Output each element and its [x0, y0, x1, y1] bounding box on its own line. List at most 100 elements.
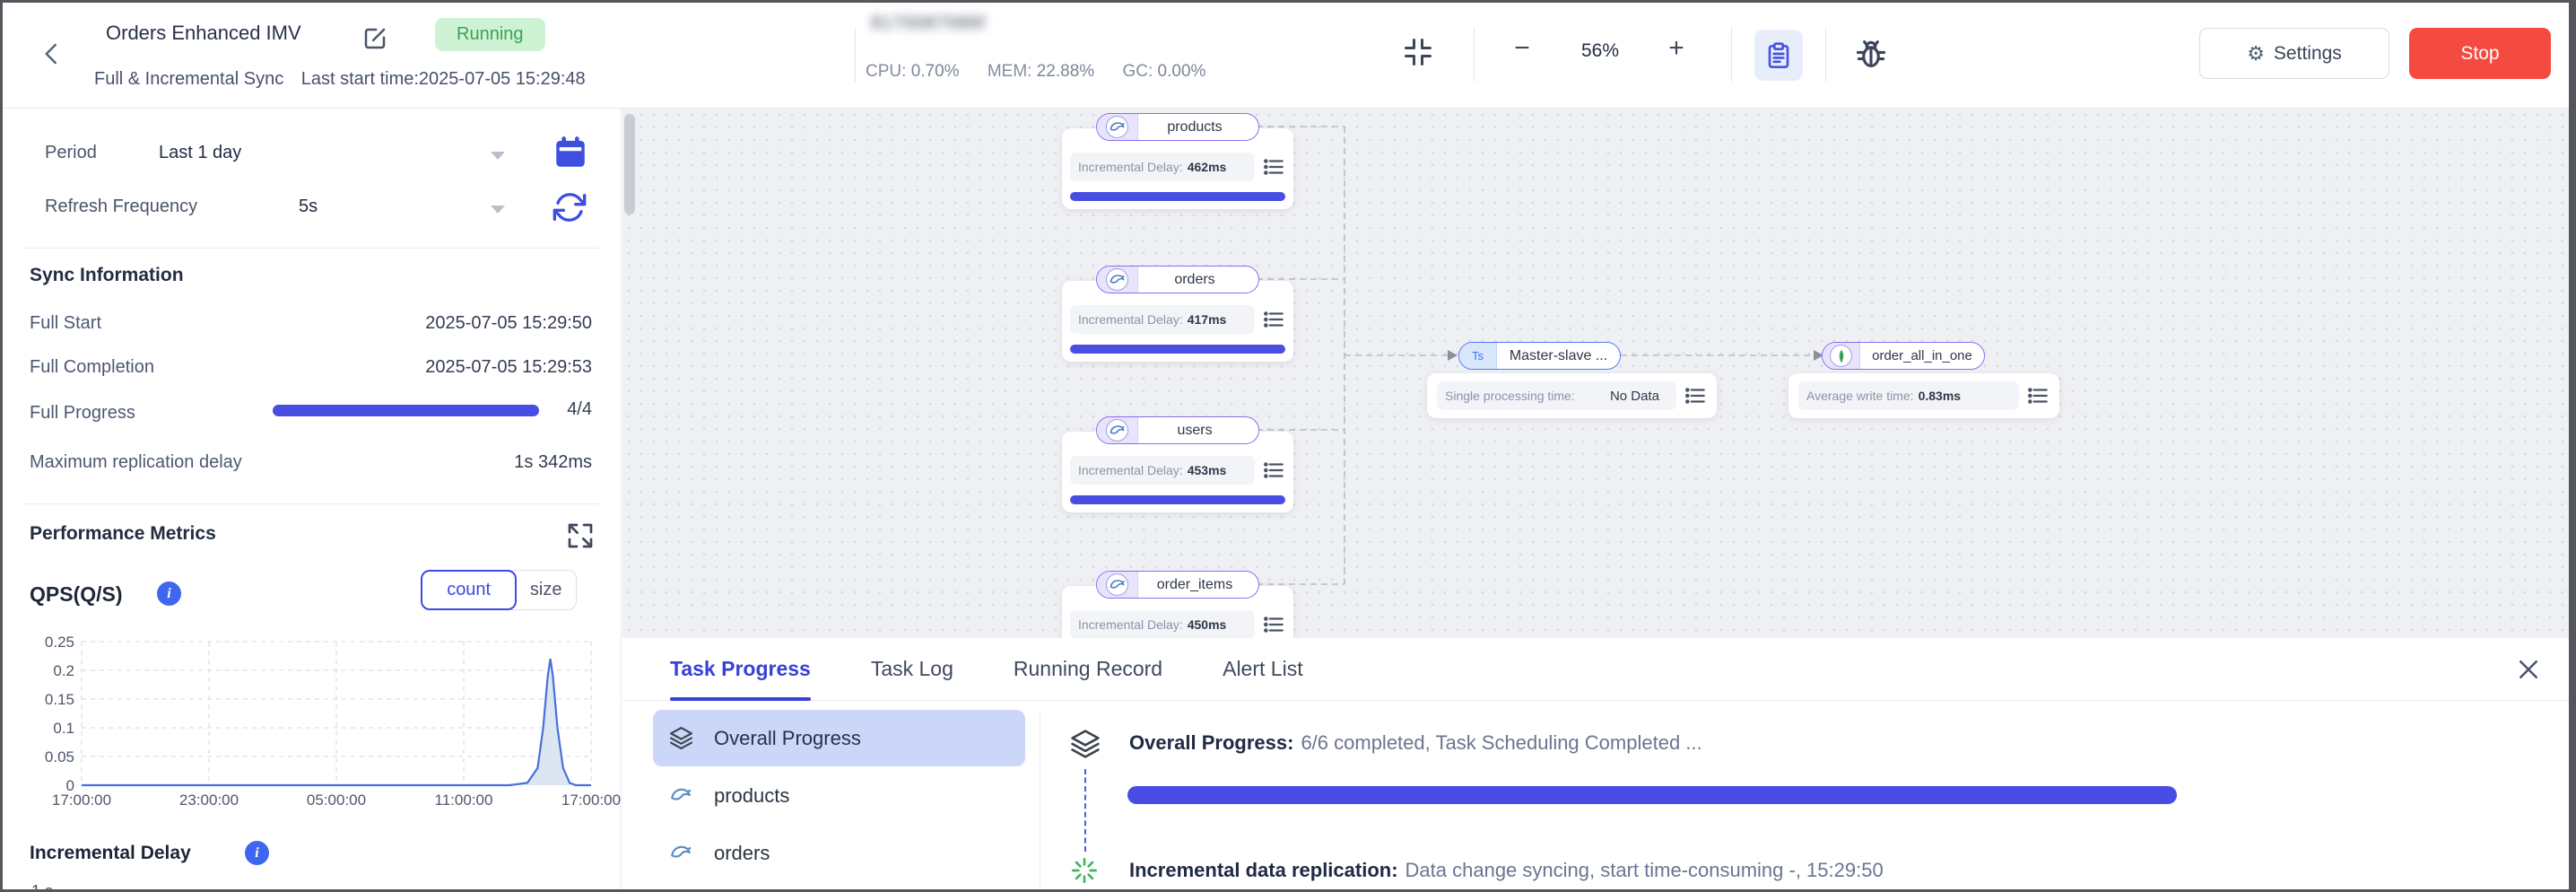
full-start-label: Full Start [30, 313, 101, 334]
tab-task-log[interactable]: Task Log [871, 638, 953, 701]
node-menu-icon[interactable] [2026, 384, 2049, 407]
full-progress-label: Full Progress [30, 403, 135, 424]
mysql-icon [669, 783, 693, 808]
performance-metrics-title: Performance Metrics [30, 523, 216, 545]
progress-detail: Overall Progress:6/6 completed, Task Sch… [1070, 710, 2551, 889]
full-start-value: 2025-07-05 15:29:50 [425, 313, 592, 334]
scrollbar-thumb[interactable] [624, 114, 635, 214]
list-item-orders[interactable]: orders [653, 825, 1025, 881]
bug-icon[interactable] [1854, 37, 1890, 73]
list-item-overall-progress[interactable]: Overall Progress [653, 710, 1025, 766]
info-icon[interactable]: i [157, 582, 181, 606]
mysql-icon [1106, 268, 1128, 291]
node-label: users [1138, 423, 1258, 439]
node-pill[interactable]: order_all_in_one [1822, 342, 1985, 370]
close-icon[interactable] [2515, 656, 2542, 683]
document-icon[interactable] [1754, 30, 1803, 81]
svg-text:17:00:00: 17:00:00 [52, 791, 111, 809]
toggle-count[interactable]: count [421, 570, 517, 610]
edit-icon[interactable] [361, 25, 388, 52]
dag-canvas[interactable]: products Incremental Delay:462ms orders … [622, 109, 2569, 638]
svg-text:0.05: 0.05 [45, 748, 74, 765]
node-pill[interactable]: order_items [1096, 571, 1259, 599]
sidebar: Period Last 1 day Refresh Frequency 5s S… [3, 109, 622, 889]
svg-text:17:00:00: 17:00:00 [561, 791, 621, 809]
node-label: order_items [1138, 577, 1258, 593]
zoom-out-button[interactable]: − [1506, 33, 1538, 64]
node-products[interactable]: products Incremental Delay:462ms [1062, 113, 1293, 209]
node-progress-bar [1070, 192, 1285, 201]
back-icon[interactable] [39, 37, 69, 73]
progress-row: Overall Progress:6/6 completed, Task Sch… [1070, 731, 1702, 759]
layers-icon [1070, 729, 1101, 759]
sync-type: Full & Incremental Sync [94, 69, 283, 89]
list-item-label: products [714, 784, 789, 808]
panel-tabs: Task Progress Task Log Running Record Al… [622, 638, 2569, 701]
node-menu-icon[interactable] [1684, 384, 1707, 407]
stop-button[interactable]: Stop [2409, 28, 2551, 79]
node-menu-icon[interactable] [1262, 308, 1285, 331]
period-label: Period [45, 143, 97, 163]
expand-icon[interactable] [566, 521, 595, 550]
node-label: products [1138, 119, 1258, 136]
svg-text:0.15: 0.15 [45, 691, 74, 708]
resource-metrics: CPU: 0.70% MEM: 22.88% GC: 0.00% [866, 62, 1205, 82]
chevron-down-icon [491, 206, 505, 214]
refresh-icon[interactable] [552, 189, 589, 227]
layers-icon [669, 726, 693, 750]
node-menu-icon[interactable] [1262, 459, 1285, 482]
refresh-frequency-label: Refresh Frequency [45, 197, 197, 217]
period-select[interactable]: Last 1 day [159, 143, 241, 163]
list-item-products[interactable]: products [653, 767, 1025, 824]
svg-text:05:00:00: 05:00:00 [307, 791, 366, 809]
transform-badge: Ts [1459, 343, 1497, 369]
node-card: Single processing time: No Data [1427, 373, 1717, 418]
svg-text:23:00:00: 23:00:00 [179, 791, 239, 809]
tab-task-progress[interactable]: Task Progress [670, 638, 811, 701]
calendar-icon[interactable] [552, 134, 589, 171]
header-bar: Orders Enhanced IMV Running Full & Incre… [3, 3, 2569, 109]
node-pill[interactable]: Ts Master-slave ... [1458, 342, 1621, 370]
timeline-dashed-line [1084, 769, 1086, 852]
info-icon[interactable]: i [245, 841, 269, 865]
clipped-axis-text: 1 s [31, 882, 53, 889]
node-pill[interactable]: orders [1096, 266, 1259, 293]
settings-button[interactable]: ⚙ Settings [2199, 28, 2389, 79]
node-label: Master-slave ... [1497, 348, 1620, 364]
tab-running-record[interactable]: Running Record [1014, 638, 1162, 701]
qps-title: QPS(Q/S) [30, 582, 123, 607]
full-completion-label: Full Completion [30, 357, 154, 378]
node-card: Average write time:0.83ms [1788, 373, 2059, 418]
node-order-items[interactable]: order_items Incremental Delay:450ms [1062, 571, 1293, 638]
tab-alert-list[interactable]: Alert List [1223, 638, 1302, 701]
progress-list: Overall Progress products orders [653, 710, 1025, 889]
max-replication-delay-value: 1s 342ms [514, 452, 592, 473]
svg-text:0.25: 0.25 [45, 634, 74, 651]
mysql-icon [1106, 573, 1128, 596]
toggle-size[interactable]: size [516, 571, 576, 609]
mysql-icon [1106, 419, 1128, 442]
fit-screen-icon[interactable] [1402, 36, 1434, 68]
node-label: orders [1138, 272, 1258, 288]
zoom-in-button[interactable]: + [1660, 33, 1693, 64]
list-item-label: Overall Progress [714, 727, 861, 750]
mongodb-icon [1830, 345, 1852, 367]
qps-metric-toggle: count size [421, 570, 577, 610]
node-pill[interactable]: users [1096, 416, 1259, 444]
node-orders[interactable]: orders Incremental Delay:417ms [1062, 266, 1293, 362]
node-pill[interactable]: products [1096, 113, 1259, 141]
node-users[interactable]: users Incremental Delay:453ms [1062, 416, 1293, 512]
task-subtitle: Full & Incremental Sync Last start time:… [94, 69, 586, 90]
node-menu-icon[interactable] [1262, 613, 1285, 636]
refresh-frequency-select[interactable]: 5s [299, 197, 318, 217]
qps-chart: 17:00:0023:00:0005:00:0011:00:0017:00:00… [6, 633, 616, 826]
full-completion-value: 2025-07-05 15:29:53 [425, 357, 592, 378]
status-badge: Running [435, 18, 545, 51]
mysql-icon [669, 841, 693, 865]
node-menu-icon[interactable] [1262, 155, 1285, 179]
last-start-time: Last start time:2025-07-05 15:29:48 [301, 69, 586, 89]
svg-text:0: 0 [66, 777, 74, 794]
svg-text:0.1: 0.1 [53, 720, 74, 737]
svg-text:0.2: 0.2 [53, 662, 74, 679]
settings-label: Settings [2274, 43, 2342, 65]
